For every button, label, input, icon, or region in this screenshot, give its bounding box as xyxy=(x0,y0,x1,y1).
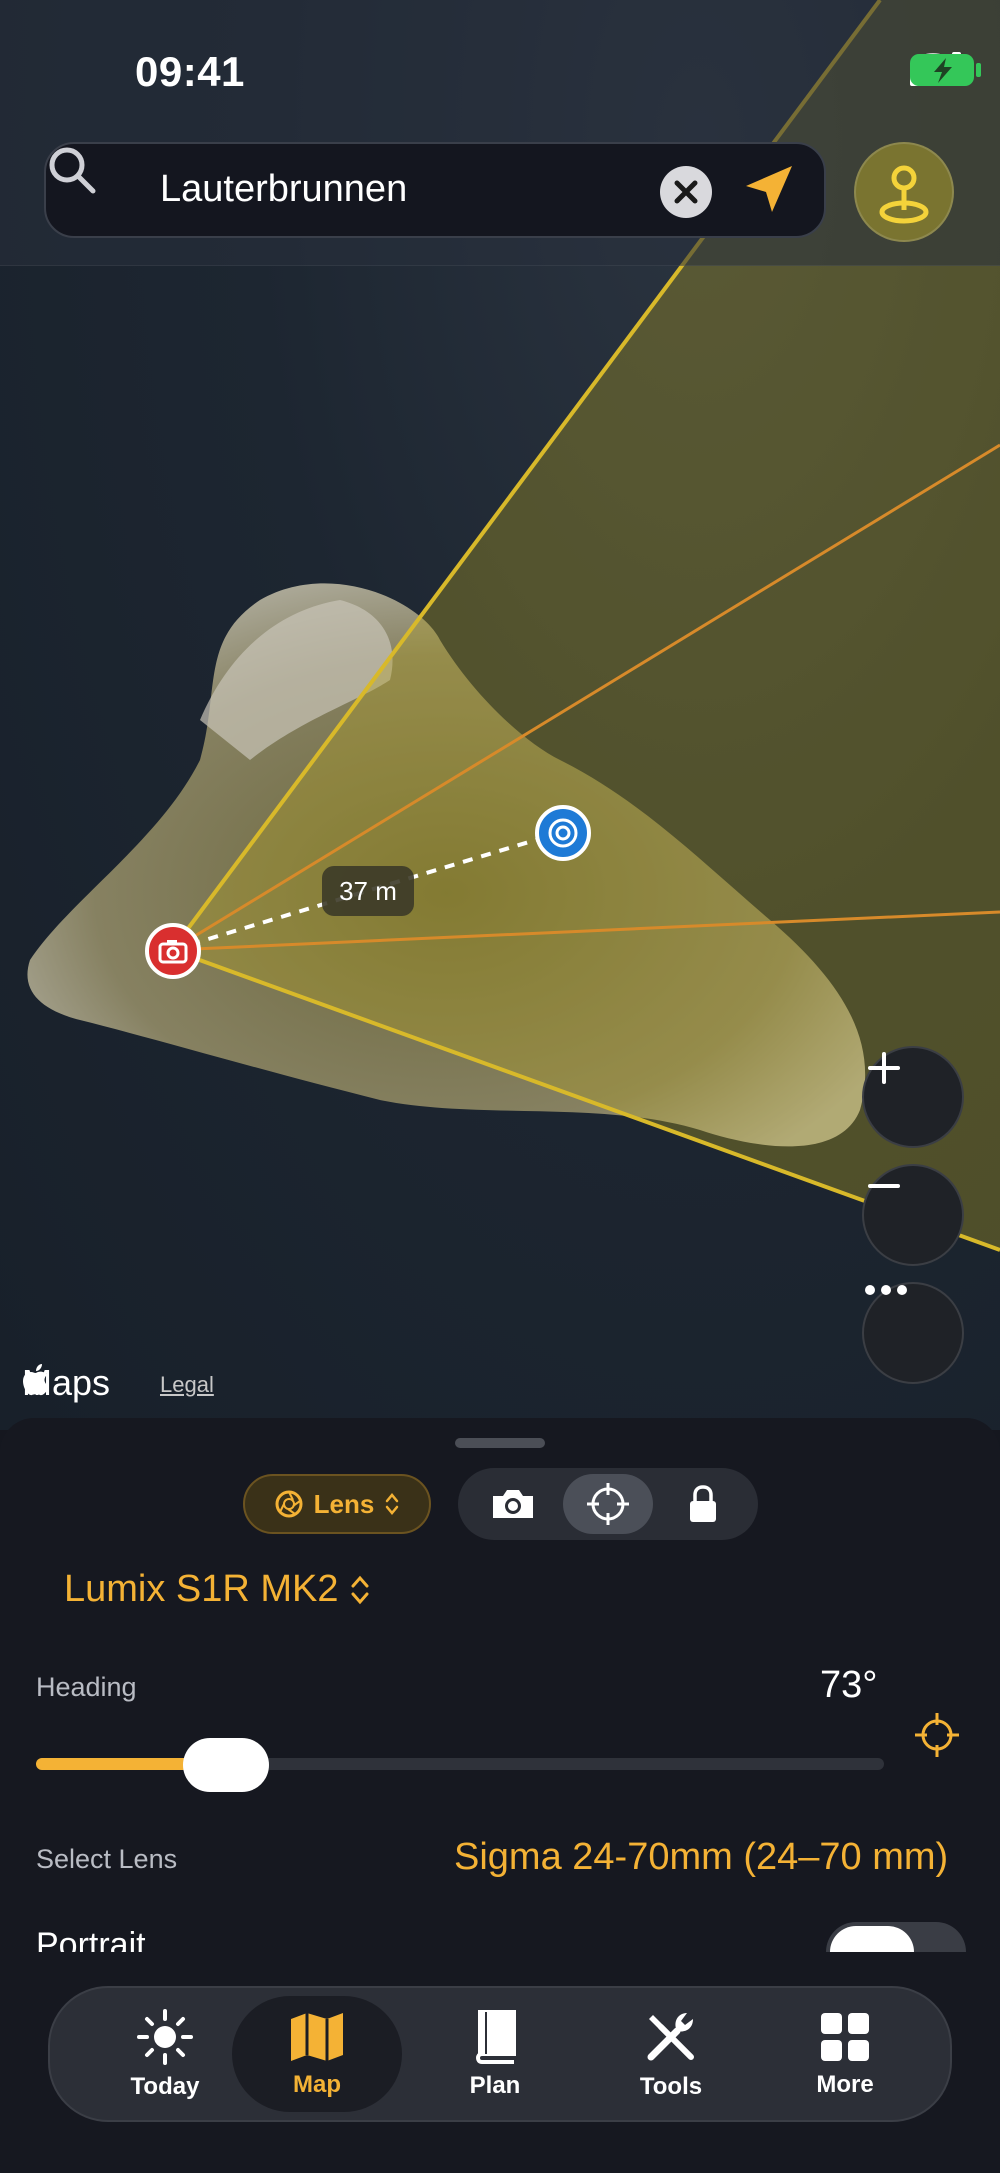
lens-chip-label: Lens xyxy=(313,1488,375,1519)
chevron-updown-icon xyxy=(386,1493,399,1515)
chevron-updown-icon xyxy=(351,1575,369,1604)
tab-plan[interactable]: Plan xyxy=(410,1996,580,2112)
select-lens-label: Select Lens xyxy=(36,1844,178,1874)
lens-mode-selector[interactable]: Lens xyxy=(243,1474,431,1534)
book-icon xyxy=(475,2010,516,2064)
tab-more[interactable]: More xyxy=(760,1996,930,2112)
search-icon xyxy=(49,147,96,194)
tab-tools[interactable]: Tools xyxy=(586,1996,756,2112)
location-pin-button[interactable] xyxy=(854,142,954,242)
heading-slider-fill xyxy=(36,1758,206,1770)
lock-icon xyxy=(690,1485,716,1522)
sheet-grabber[interactable] xyxy=(455,1438,545,1448)
camera-model-selector[interactable]: Lumix S1R MK2 xyxy=(64,1568,371,1611)
portrait-label: Portrait xyxy=(36,1926,146,1952)
map-icon xyxy=(291,2013,343,2061)
segment-lock[interactable] xyxy=(658,1474,748,1534)
mode-segmented-control xyxy=(458,1468,758,1540)
navigation-arrow-icon xyxy=(746,166,792,212)
zoom-in-button[interactable] xyxy=(862,1046,964,1148)
battery-icon xyxy=(910,54,981,86)
legal-link[interactable]: Legal xyxy=(160,1372,214,1398)
close-icon xyxy=(674,180,698,204)
tab-more-label: More xyxy=(816,2071,874,2098)
tools-icon xyxy=(647,2013,694,2061)
camera-position-pin[interactable] xyxy=(144,922,202,980)
camera-model-label: Lumix S1R MK2 xyxy=(64,1568,339,1610)
heading-label: Heading xyxy=(36,1672,137,1702)
apple-logo-icon xyxy=(23,1364,49,1396)
zoom-out-button[interactable] xyxy=(862,1164,964,1266)
heading-slider-thumb[interactable] xyxy=(182,1738,269,1792)
tab-tools-label: Tools xyxy=(639,2073,703,2100)
camera-icon xyxy=(493,1490,533,1518)
status-time: 09:41 xyxy=(135,48,245,95)
segment-target[interactable] xyxy=(563,1474,653,1534)
target-crosshair-button[interactable] xyxy=(912,1710,962,1760)
heading-slider-track[interactable] xyxy=(36,1758,884,1770)
ellipsis-icon xyxy=(865,1285,907,1295)
tab-plan-label: Plan xyxy=(469,2072,521,2099)
map-pin-icon xyxy=(879,165,929,224)
crosshair-icon xyxy=(587,1483,629,1525)
grid-icon xyxy=(821,2013,869,2061)
selected-lens-value[interactable]: Sigma 24-70mm (24–70 mm) xyxy=(454,1836,948,1879)
target-position-pin[interactable] xyxy=(534,804,592,862)
tab-map-label: Map xyxy=(293,2071,341,2098)
segment-camera[interactable] xyxy=(468,1474,558,1534)
tab-map[interactable]: Map xyxy=(232,1996,402,2112)
plus-icon xyxy=(868,1052,900,1084)
tab-bar: Today Map Plan Tools More xyxy=(48,1986,952,2122)
more-options-button[interactable] xyxy=(862,1282,964,1384)
tab-today[interactable]: Today xyxy=(80,1996,250,2112)
search-input[interactable]: Lauterbrunnen xyxy=(160,168,407,211)
minus-icon xyxy=(868,1184,900,1188)
sun-icon xyxy=(137,2009,193,2065)
aperture-icon xyxy=(275,1490,303,1518)
tab-today-label: Today xyxy=(130,2073,200,2100)
portrait-toggle[interactable] xyxy=(826,1922,966,1952)
clear-search-button[interactable] xyxy=(660,166,712,218)
search-bar[interactable]: Lauterbrunnen xyxy=(44,142,826,238)
heading-value: 73° xyxy=(820,1664,878,1706)
maps-attribution: Maps xyxy=(22,1362,110,1404)
distance-label: 37 m xyxy=(322,866,414,916)
satellite-map[interactable]: 09:41 Lauterbrunnen 37 m Maps Legal xyxy=(0,0,1000,1430)
